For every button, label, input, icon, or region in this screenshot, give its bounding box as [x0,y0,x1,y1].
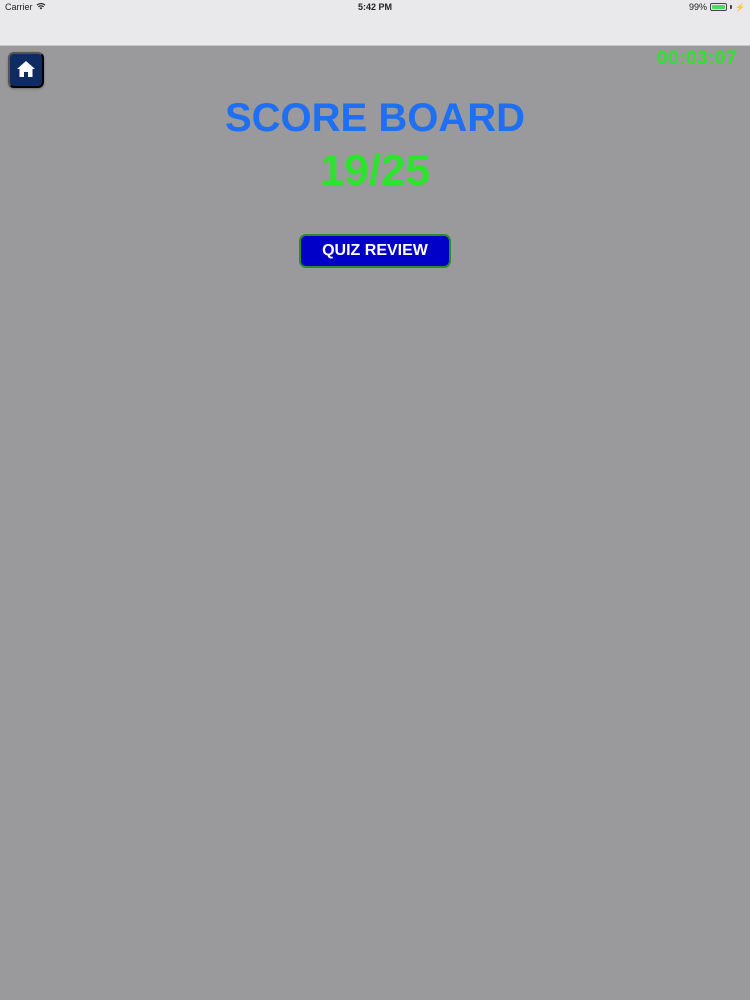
battery-percent: 99% [689,2,708,12]
status-time: 5:42 PM [357,2,392,12]
quiz-review-button[interactable]: QUIZ REVIEW [299,234,451,268]
score-value: 19/25 [319,146,431,195]
battery-cap [730,5,733,9]
status-battery-group: 99% ⚡ [689,2,745,12]
home-button[interactable] [8,52,44,88]
battery-icon [710,3,728,11]
quiz-timer: 00:03:07 [656,48,737,69]
battery-fill [712,5,725,9]
page-title: SCORE BOARD [224,96,526,140]
status-bar: Carrier 5:42 PM 99% ⚡ [0,0,750,46]
home-icon [16,59,36,82]
charging-icon: ⚡ [735,2,745,12]
